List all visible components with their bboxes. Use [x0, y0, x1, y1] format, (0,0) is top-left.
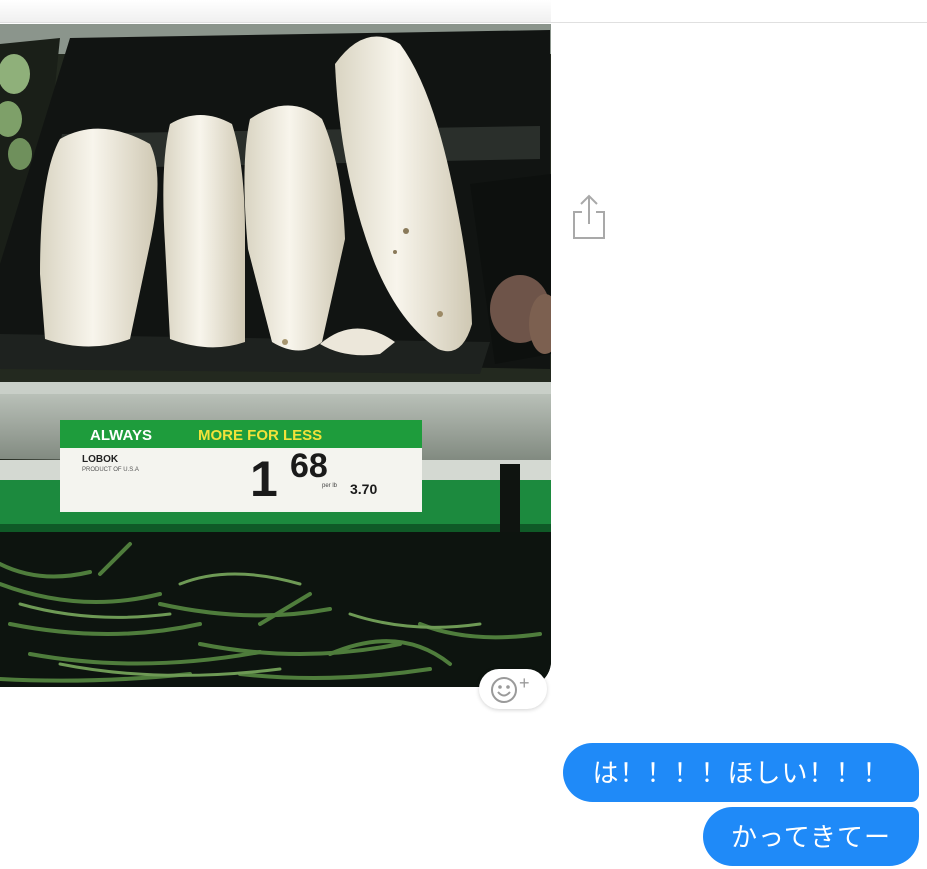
share-icon — [573, 194, 605, 239]
sent-message-bubble[interactable]: は！！！！ほしい！！！ — [563, 743, 919, 802]
price-tag-per-unit: per lb — [322, 483, 338, 489]
smiley-add-icon: + — [491, 675, 530, 703]
price-tag-product-name: LOBOK — [82, 454, 119, 465]
price-tag-cents: 68 — [290, 447, 328, 485]
sent-message-bubble[interactable]: かってきてー — [703, 807, 919, 866]
green-vegetable — [8, 138, 32, 170]
price-tag-banner-right: MORE FOR LESS — [198, 427, 322, 444]
reaction-plus: + — [519, 675, 530, 693]
share-button[interactable] — [570, 194, 608, 240]
message-text: は！！！！ほしい！！！ — [592, 757, 890, 788]
top-bar-shade — [0, 0, 551, 22]
price-tag-dollars: 1 — [250, 451, 278, 507]
photo-message[interactable]: ALWAYS MORE FOR LESS LOBOK PRODUCT OF U.… — [0, 24, 551, 687]
add-reaction-button[interactable]: + — [479, 669, 547, 709]
price-tag-banner-left: ALWAYS — [90, 427, 152, 444]
price-tag: ALWAYS MORE FOR LESS LOBOK PRODUCT OF U.… — [60, 420, 422, 512]
price-tag-unit-price: 3.70 — [350, 481, 377, 497]
produce-photo: ALWAYS MORE FOR LESS LOBOK PRODUCT OF U.… — [0, 24, 551, 687]
conversation-top-bar — [0, 0, 927, 23]
message-text: かってきてー — [731, 821, 891, 852]
price-tag-product-origin: PRODUCT OF U.S.A — [82, 467, 139, 473]
